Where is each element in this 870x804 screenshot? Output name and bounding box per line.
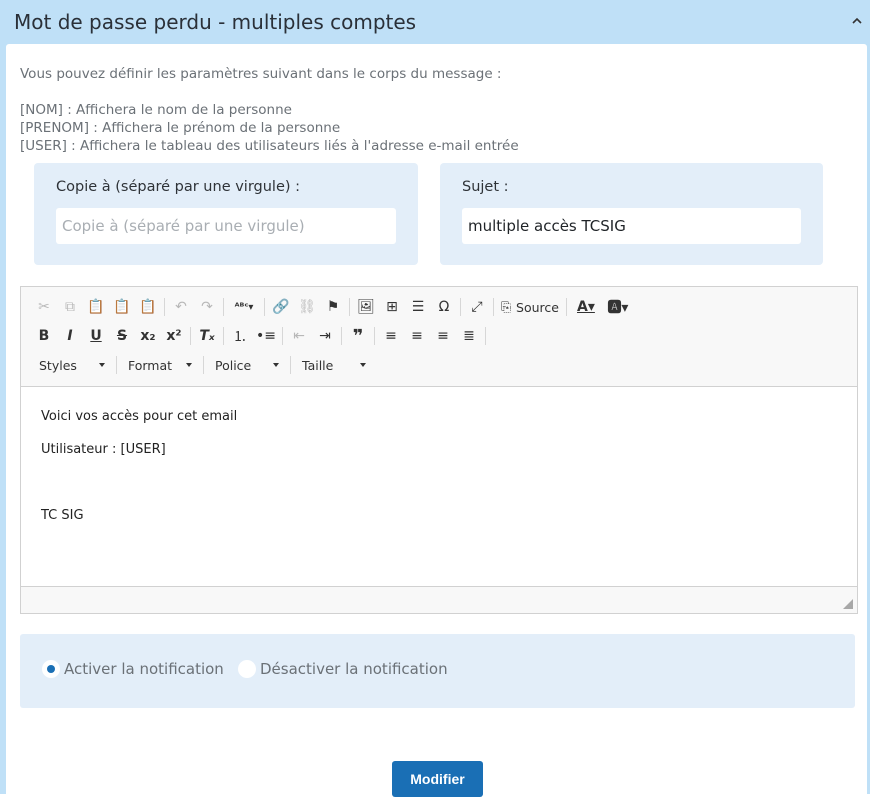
- toolbar-row-1: ✂ ⧉ 📋 📋 📋 ↶ ↷ ᴬᴮᶜ▾ 🔗 ⛓ ⚑ 🖼 ⊞ ☰ Ω ⤢ ⎘ Sou…: [31, 295, 634, 319]
- format-combo-label: Format: [128, 357, 173, 373]
- content-line-signature: TC SIG: [41, 508, 84, 523]
- paste-text-icon[interactable]: 📋: [109, 295, 135, 319]
- disable-notification-label: Désactiver la notification: [260, 660, 448, 678]
- rich-text-editor: ✂ ⧉ 📋 📋 📋 ↶ ↷ ᴬᴮᶜ▾ 🔗 ⛓ ⚑ 🖼 ⊞ ☰ Ω ⤢ ⎘ Sou…: [20, 286, 858, 614]
- toolbar-separator: [565, 298, 567, 316]
- special-char-icon[interactable]: Ω: [431, 295, 457, 319]
- font-combo[interactable]: Police: [207, 354, 287, 376]
- copy-field-input[interactable]: [56, 208, 396, 244]
- resize-handle-icon[interactable]: [843, 599, 853, 609]
- toolbar-row-2: B I U S x₂ x² Tₓ ⒈ •≡ ⇤ ⇥ ❞ ≡ ≡ ≡ ≣: [31, 324, 489, 348]
- enable-notification-label: Activer la notification: [64, 660, 224, 678]
- format-combo[interactable]: Format: [120, 354, 200, 376]
- panel-title: Mot de passe perdu - multiples comptes: [14, 10, 417, 34]
- toolbar-separator: [164, 298, 165, 316]
- subject-field-input[interactable]: [462, 208, 801, 244]
- subject-field-label: Sujet :: [462, 179, 509, 195]
- editor-toolbar: ✂ ⧉ 📋 📋 📋 ↶ ↷ ᴬᴮᶜ▾ 🔗 ⛓ ⚑ 🖼 ⊞ ☰ Ω ⤢ ⎘ Sou…: [21, 287, 857, 387]
- size-combo-label: Taille: [302, 357, 334, 373]
- copy-field-group: Copie à (séparé par une virgule) :: [34, 163, 418, 265]
- toolbar-separator: [290, 356, 291, 374]
- indent-icon[interactable]: ⇥: [312, 324, 338, 348]
- toolbar-separator: [493, 298, 494, 316]
- toolbar-row-3: Styles Format Police Taille: [31, 353, 374, 377]
- enable-notification-option[interactable]: Activer la notification: [42, 658, 224, 680]
- editor-statusbar: [21, 586, 857, 613]
- anchor-flag-icon[interactable]: ⚑: [320, 295, 346, 319]
- copy-icon[interactable]: ⧉: [57, 295, 83, 319]
- enable-notification-radio[interactable]: [42, 660, 60, 678]
- blockquote-icon[interactable]: ❞: [345, 324, 371, 348]
- chevron-up-icon[interactable]: [850, 14, 864, 28]
- toolbar-separator: [223, 327, 224, 345]
- submit-button[interactable]: Modifier: [392, 761, 483, 797]
- spellcheck-icon[interactable]: ᴬᴮᶜ▾: [227, 295, 261, 319]
- horizontal-rule-icon[interactable]: ☰: [405, 295, 431, 319]
- bg-color-icon[interactable]: 🅰▾: [602, 295, 634, 319]
- align-left-icon[interactable]: ≡: [378, 324, 404, 348]
- toolbar-separator: [374, 327, 375, 345]
- toolbar-separator: [223, 298, 224, 316]
- link-icon[interactable]: 🔗: [268, 295, 294, 319]
- unlink-icon[interactable]: ⛓: [294, 295, 320, 319]
- subscript-icon[interactable]: x₂: [135, 324, 161, 348]
- strikethrough-icon[interactable]: S: [109, 324, 135, 348]
- toolbar-separator: [190, 327, 191, 345]
- description-line-nom: [NOM] : Affichera le nom de la personne: [20, 102, 292, 118]
- superscript-icon[interactable]: x²: [161, 324, 187, 348]
- toolbar-separator: [341, 327, 342, 345]
- paste-icon[interactable]: 📋: [83, 295, 109, 319]
- toolbar-separator: [116, 356, 117, 374]
- paste-word-icon[interactable]: 📋: [135, 295, 161, 319]
- align-right-icon[interactable]: ≡: [430, 324, 456, 348]
- description-line-prenom: [PRENOM] : Affichera le prénom de la per…: [20, 120, 341, 136]
- toolbar-separator: [203, 356, 204, 374]
- toolbar-separator: [264, 298, 265, 316]
- bold-icon[interactable]: B: [31, 324, 57, 348]
- chevron-down-icon: [273, 363, 279, 367]
- redo-icon[interactable]: ↷: [194, 295, 220, 319]
- text-color-icon[interactable]: A▾: [570, 295, 602, 319]
- toolbar-separator: [460, 298, 461, 316]
- italic-icon[interactable]: I: [57, 324, 83, 348]
- underline-icon[interactable]: U: [83, 324, 109, 348]
- toolbar-separator: [349, 298, 350, 316]
- chevron-down-icon: [99, 363, 105, 367]
- subject-field-group: Sujet :: [440, 163, 823, 265]
- font-combo-label: Police: [215, 357, 252, 373]
- notification-group: Activer la notification Désactiver la no…: [20, 634, 855, 708]
- maximize-icon[interactable]: ⤢: [464, 295, 490, 319]
- table-icon[interactable]: ⊞: [379, 295, 405, 319]
- chevron-down-icon: [186, 363, 192, 367]
- panel: Mot de passe perdu - multiples comptes V…: [0, 0, 870, 804]
- source-button[interactable]: ⎘ Source: [497, 295, 563, 319]
- toolbar-separator: [282, 327, 283, 345]
- styles-combo[interactable]: Styles: [31, 354, 113, 376]
- numbered-list-icon[interactable]: ⒈: [227, 324, 253, 348]
- bulleted-list-icon[interactable]: •≡: [253, 324, 279, 348]
- size-combo[interactable]: Taille: [294, 354, 374, 376]
- styles-combo-label: Styles: [39, 357, 77, 373]
- description-line-user: [USER] : Affichera le tableau des utilis…: [20, 138, 519, 154]
- remove-format-icon[interactable]: Tₓ: [194, 324, 220, 348]
- description-intro: Vous pouvez définir les paramètres suiva…: [20, 66, 502, 82]
- panel-body: Vous pouvez définir les paramètres suiva…: [6, 44, 867, 804]
- align-center-icon[interactable]: ≡: [404, 324, 430, 348]
- toolbar-separator: [485, 327, 486, 345]
- content-line-user: Utilisateur : [USER]: [41, 442, 166, 457]
- outdent-icon[interactable]: ⇤: [286, 324, 312, 348]
- copy-field-label: Copie à (séparé par une virgule) :: [56, 179, 301, 195]
- chevron-down-icon: [360, 363, 366, 367]
- content-line-greeting: Voici vos accès pour cet email: [41, 409, 238, 424]
- disable-notification-radio[interactable]: [238, 660, 256, 678]
- disable-notification-option[interactable]: Désactiver la notification: [238, 658, 448, 680]
- source-label: Source: [516, 299, 559, 315]
- source-icon: ⎘: [501, 299, 512, 314]
- align-justify-icon[interactable]: ≣: [456, 324, 482, 348]
- cut-icon[interactable]: ✂: [31, 295, 57, 319]
- undo-icon[interactable]: ↶: [168, 295, 194, 319]
- image-icon[interactable]: 🖼: [353, 295, 379, 319]
- panel-header[interactable]: Mot de passe perdu - multiples comptes: [0, 0, 870, 44]
